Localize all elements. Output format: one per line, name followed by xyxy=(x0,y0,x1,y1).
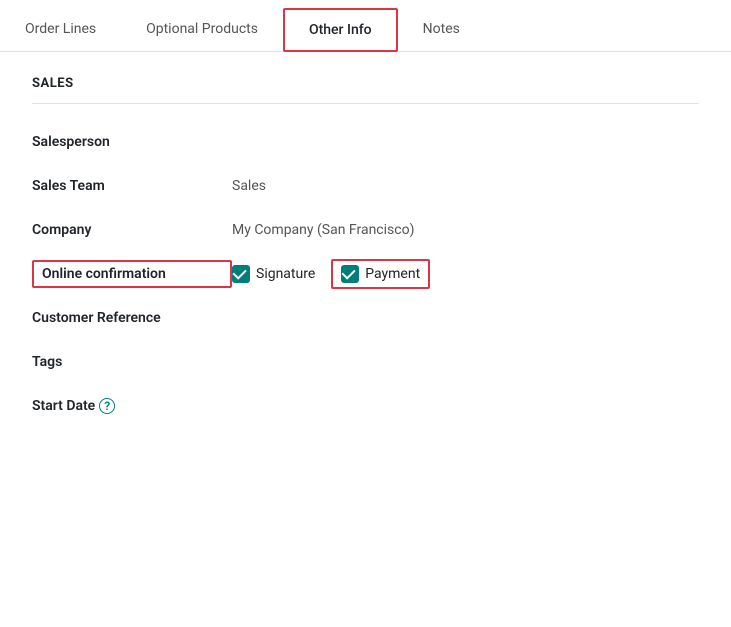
tab-order-lines[interactable]: Order Lines xyxy=(0,8,121,52)
tab-optional-products[interactable]: Optional Products xyxy=(121,8,283,52)
field-row-salesperson: Salesperson xyxy=(32,124,699,160)
content-area: SALES Salesperson Sales Team Sales Compa… xyxy=(0,52,731,456)
checkbox-signature[interactable]: Signature xyxy=(232,265,315,283)
section-title: SALES xyxy=(32,76,699,91)
help-icon[interactable]: ? xyxy=(99,398,115,414)
label-sales-team: Sales Team xyxy=(32,178,232,194)
value-company[interactable]: My Company (San Francisco) xyxy=(232,222,414,238)
label-customer-reference: Customer Reference xyxy=(32,310,232,326)
tab-other-info[interactable]: Other Info xyxy=(283,8,398,52)
field-row-tags: Tags xyxy=(32,344,699,380)
checkbox-signature-icon[interactable] xyxy=(232,265,250,283)
field-row-start-date: Start Date ? xyxy=(32,388,699,424)
checkbox-payment[interactable]: Payment xyxy=(331,259,430,289)
tab-notes[interactable]: Notes xyxy=(398,8,485,52)
label-salesperson: Salesperson xyxy=(32,134,232,150)
value-sales-team[interactable]: Sales xyxy=(232,178,266,194)
label-company: Company xyxy=(32,222,232,238)
checkbox-payment-icon[interactable] xyxy=(341,265,359,283)
label-online-confirmation: Online confirmation xyxy=(32,260,232,288)
label-start-date: Start Date ? xyxy=(32,398,232,414)
label-tags: Tags xyxy=(32,354,232,370)
field-row-online-confirmation: Online confirmation Signature Payment xyxy=(32,256,699,292)
field-row-sales-team: Sales Team Sales xyxy=(32,168,699,204)
section-divider xyxy=(32,103,699,104)
tabs-bar: Order Lines Optional Products Other Info… xyxy=(0,0,731,52)
field-row-customer-reference: Customer Reference xyxy=(32,300,699,336)
checkbox-group: Signature Payment xyxy=(232,259,430,289)
field-row-company: Company My Company (San Francisco) xyxy=(32,212,699,248)
